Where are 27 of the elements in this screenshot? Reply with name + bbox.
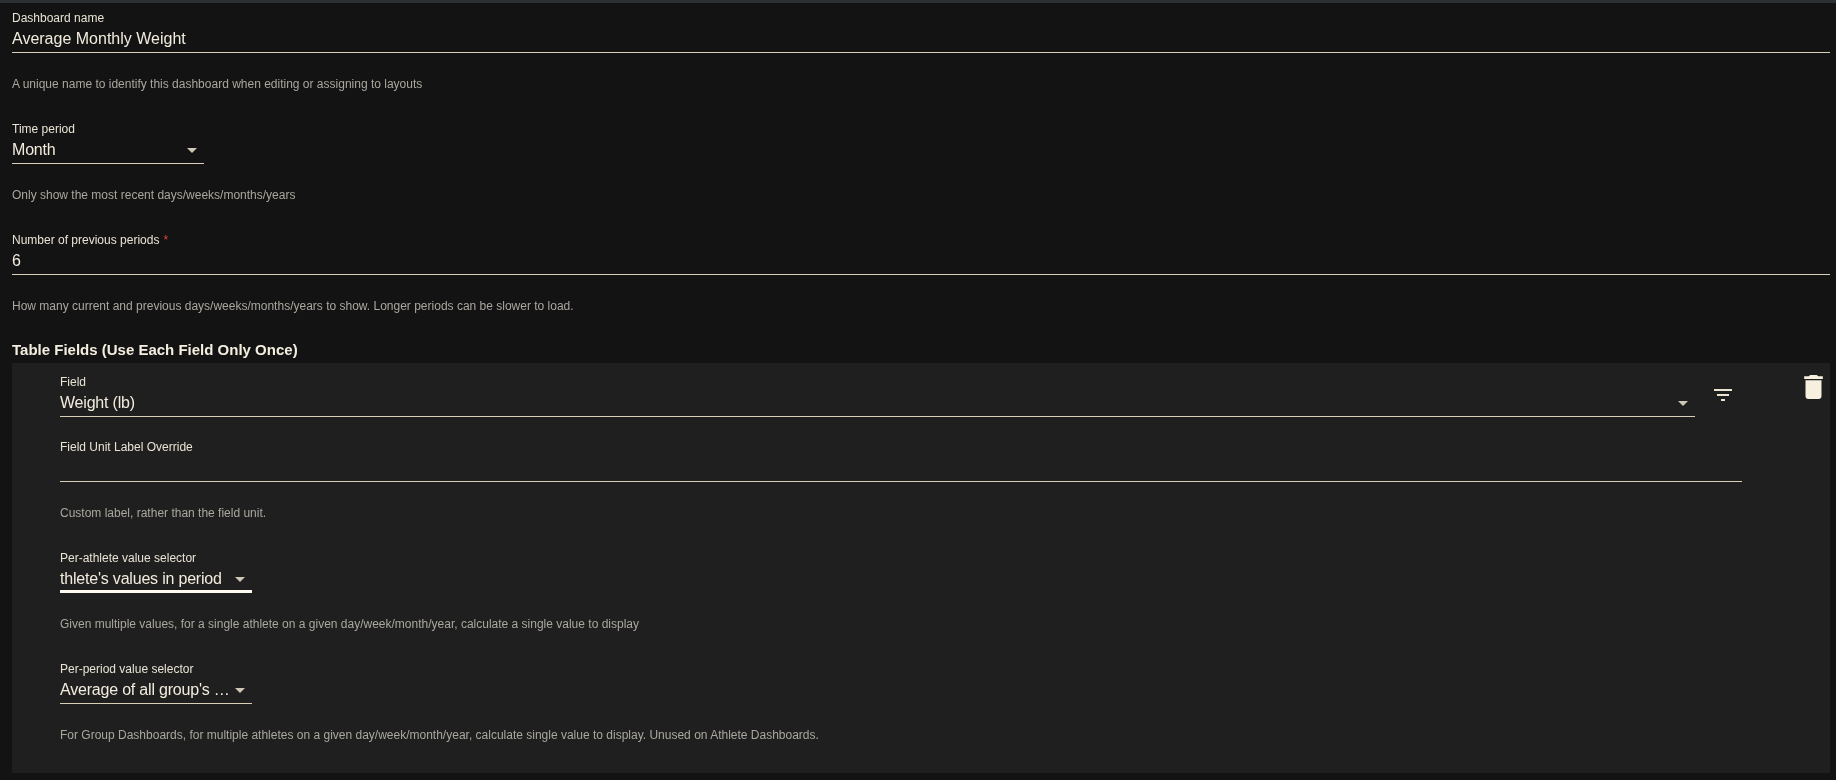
field-label: Time period [12, 122, 75, 136]
dropdown[interactable]: Weight (lb) [60, 393, 1695, 417]
section-title: Table Fields (Use Each Field Only Once) [12, 340, 299, 360]
caret-icon [187, 147, 197, 153]
helper-text: A unique name to identify this dashboard when editing or assigning to layouts [12, 77, 424, 91]
field-label: Dashboard name [12, 11, 105, 25]
helper-text: For Group Dashboards, for multiple athletes on a given day/week/month/year, calculate single value to display. Unused on Athlete Dashboards. [60, 728, 820, 742]
caret-icon [235, 687, 245, 693]
caret-icon [1678, 400, 1688, 406]
field-label: Field Unit Label Override [60, 440, 193, 454]
helper-text: How many current and previous days/weeks/months/years to show. Longer periods can be slower to load. [12, 299, 575, 313]
helper-text: Only show the most recent days/weeks/months/years [12, 188, 297, 202]
text-input[interactable]: 6 [12, 251, 1830, 275]
filter-icon [1714, 389, 1732, 401]
field-label: Per-period value selector [60, 662, 194, 676]
helper-text: Given multiple values, for a single athlete on a given day/week/month/year, calculate a single value to display [60, 617, 640, 631]
field-label: Per-athlete value selector [60, 551, 197, 565]
field-label: Field [60, 375, 86, 389]
required-asterisk: * [163, 233, 169, 247]
field-label: Number of previous periods [12, 233, 160, 247]
dropdown[interactable]: Average of all group's … [60, 680, 252, 704]
caret-icon [235, 576, 245, 582]
text-input[interactable]: Average Monthly Weight [12, 29, 1830, 53]
trash-icon [1804, 375, 1823, 399]
helper-text: Custom label, rather than the field unit. [60, 506, 268, 520]
dropdown[interactable]: thlete's values in period [60, 569, 252, 593]
dropdown[interactable]: Month [12, 140, 204, 164]
